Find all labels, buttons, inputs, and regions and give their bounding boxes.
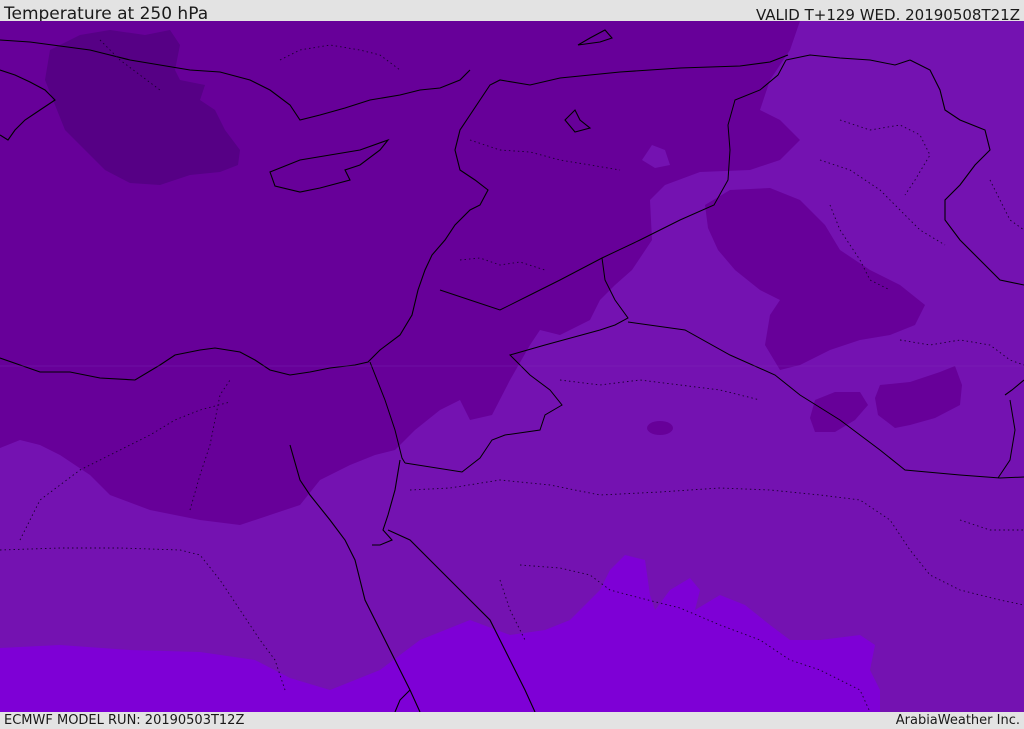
footer-bar: ECMWF MODEL RUN: 20190503T12Z ArabiaWeat…: [0, 712, 1024, 729]
header-bar: Temperature at 250 hPa VALID T+129 WED. …: [0, 0, 1024, 24]
credit-label: ArabiaWeather Inc.: [895, 713, 1020, 728]
temperature-pocket-small-2: [647, 421, 673, 435]
temperature-map: [0, 21, 1024, 712]
model-run-label: ECMWF MODEL RUN: 20190503T12Z: [4, 713, 245, 728]
